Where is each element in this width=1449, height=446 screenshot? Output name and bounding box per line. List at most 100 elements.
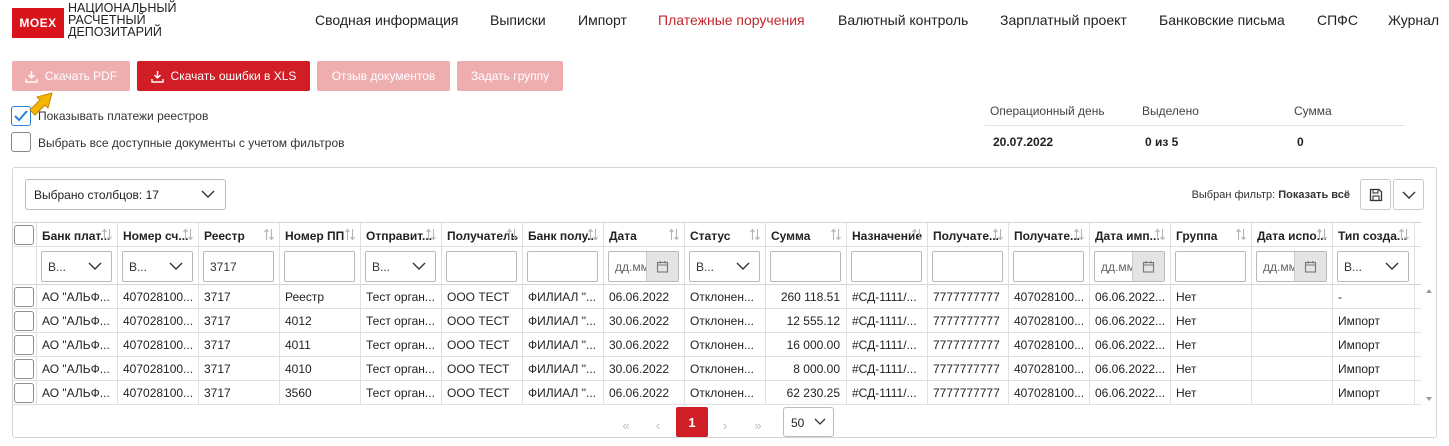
column-filter-select[interactable]: В... (1337, 251, 1409, 282)
column-filter-select[interactable]: В... (365, 251, 436, 282)
sort-icon[interactable] (587, 228, 599, 241)
column-filter-select[interactable]: В... (122, 251, 193, 282)
column-filter-date[interactable]: дд.мм (1094, 251, 1165, 282)
logo[interactable]: MOEX НАЦИОНАЛЬНЫЙ РАСЧЕТНЫЙ ДЕПОЗИТАРИЙ (12, 2, 176, 38)
column-header[interactable]: Банк полу... (523, 223, 604, 246)
nav-item-import[interactable]: Импорт (578, 12, 627, 28)
sort-icon[interactable] (506, 228, 518, 241)
row-select-cell[interactable] (13, 285, 37, 308)
column-filter-select[interactable]: В... (41, 251, 112, 282)
filter-menu-button[interactable] (1393, 179, 1424, 210)
set-group-button[interactable]: Задать группу (457, 61, 563, 91)
column-header[interactable]: Дата (604, 223, 685, 246)
sort-icon[interactable] (425, 228, 437, 241)
vertical-scrollbar[interactable] (1422, 285, 1436, 405)
column-filter-select[interactable]: В... (689, 251, 760, 282)
nav-item-spfs[interactable]: СПФС (1317, 12, 1358, 28)
column-header[interactable]: Статус (685, 223, 766, 246)
row-select-cell[interactable] (13, 333, 37, 356)
column-filter-date[interactable]: дд.мм (1256, 251, 1327, 282)
sort-icon[interactable] (1398, 228, 1410, 241)
sort-icon[interactable] (830, 228, 842, 241)
next-page-button[interactable]: › (710, 411, 740, 439)
row-checkbox[interactable] (14, 383, 34, 403)
sort-icon[interactable] (1316, 228, 1328, 241)
column-filter-input[interactable] (1175, 251, 1246, 282)
select-all-rows-checkbox[interactable] (14, 225, 34, 245)
prev-page-button[interactable]: ‹ (643, 411, 673, 439)
download-pdf-button[interactable]: Скачать PDF (12, 61, 130, 91)
sort-icon[interactable] (263, 228, 275, 241)
column-header[interactable]: Дата имп... (1090, 223, 1171, 246)
row-checkbox[interactable] (14, 359, 34, 379)
last-page-button[interactable]: » (743, 411, 773, 439)
calendar-icon (1304, 261, 1317, 273)
first-page-button[interactable]: « (611, 411, 641, 439)
table-cell: ООО ТЕСТ (442, 357, 523, 380)
column-header[interactable]: Отправит... (361, 223, 442, 246)
column-header[interactable]: Сумма (766, 223, 847, 246)
sort-icon[interactable] (749, 228, 761, 241)
sort-icon[interactable] (1235, 228, 1247, 241)
table-row[interactable]: АО "АЛЬФ... 407028100... 3717 3560 Тест орга… (13, 381, 1421, 405)
calendar-button[interactable] (1294, 252, 1326, 281)
download-errors-xls-button[interactable]: Скачать ошибки в XLS (137, 61, 310, 91)
sort-icon[interactable] (101, 228, 113, 241)
nav-item-salary-project[interactable]: Зарплатный проект (1000, 12, 1127, 28)
row-select-cell[interactable] (13, 381, 37, 404)
calendar-button[interactable] (1132, 252, 1164, 281)
row-select-cell[interactable] (13, 309, 37, 332)
nav-item-journal[interactable]: Журнал (1388, 12, 1439, 28)
nav-item-payment-orders[interactable]: Платежные поручения (658, 12, 805, 28)
column-filter-input[interactable] (1013, 251, 1084, 282)
row-select-cell[interactable] (13, 357, 37, 380)
registry-filter-input[interactable]: 3717 (203, 251, 274, 282)
column-header[interactable]: Реестр (199, 223, 280, 246)
save-filter-button[interactable] (1360, 179, 1391, 210)
row-checkbox[interactable] (14, 287, 34, 307)
page-size-select[interactable]: 50 (783, 407, 834, 437)
row-checkbox[interactable] (14, 311, 34, 331)
table-row[interactable]: АО "АЛЬФ... 407028100... 3717 4012 Тест орга… (13, 309, 1421, 333)
recall-documents-button[interactable]: Отзыв документов (317, 61, 450, 91)
column-filter-input[interactable] (770, 251, 841, 282)
sort-icon[interactable] (992, 228, 1004, 241)
table-cell: Импорт (1333, 381, 1415, 404)
sort-icon[interactable] (344, 228, 356, 241)
column-header-label: Тип созда... (1338, 229, 1407, 243)
table-row[interactable]: АО "АЛЬФ... 407028100... 3717 4011 Тест орга… (13, 333, 1421, 357)
column-header[interactable]: Назначение (847, 223, 928, 246)
current-page-button[interactable]: 1 (676, 407, 708, 437)
column-filter-input[interactable] (851, 251, 922, 282)
column-header[interactable]: Банк плат... (37, 223, 118, 246)
column-filter-input[interactable] (446, 251, 517, 282)
sort-icon[interactable] (182, 228, 194, 241)
column-header[interactable]: Тип созда... (1333, 223, 1415, 246)
column-header[interactable]: Получате... (928, 223, 1009, 246)
column-filter-input[interactable] (932, 251, 1003, 282)
nav-item-statements[interactable]: Выписки (490, 12, 546, 28)
nav-item-summary[interactable]: Сводная информация (315, 12, 459, 28)
column-filter-input[interactable] (284, 251, 355, 282)
column-header[interactable]: Группа (1171, 223, 1252, 246)
columns-select[interactable]: Выбрано столбцов: 17 (25, 179, 226, 210)
nav-item-bank-letters[interactable]: Банковские письма (1159, 12, 1285, 28)
column-header[interactable]: Номер сч... (118, 223, 199, 246)
sort-icon[interactable] (668, 228, 680, 241)
calendar-button[interactable] (646, 252, 678, 281)
sort-icon[interactable] (911, 228, 923, 241)
sort-icon[interactable] (1073, 228, 1085, 241)
column-filter-date[interactable]: дд.мм (608, 251, 679, 282)
row-checkbox[interactable] (14, 335, 34, 355)
column-header[interactable]: Получатель (442, 223, 523, 246)
table-cell: АО "АЛЬФ... (37, 357, 118, 380)
sort-icon[interactable] (1154, 228, 1166, 241)
column-header[interactable]: Получате... (1009, 223, 1090, 246)
column-header[interactable]: Номер ПП (280, 223, 361, 246)
table-row[interactable]: АО "АЛЬФ... 407028100... 3717 Реестр Тест ор… (13, 285, 1421, 309)
select-all-filtered-checkbox[interactable] (11, 132, 31, 152)
table-row[interactable]: АО "АЛЬФ... 407028100... 3717 4010 Тест орга… (13, 357, 1421, 381)
nav-item-currency-control[interactable]: Валютный контроль (838, 12, 968, 28)
column-filter-input[interactable] (527, 251, 598, 282)
column-header[interactable]: Дата испо... (1252, 223, 1333, 246)
